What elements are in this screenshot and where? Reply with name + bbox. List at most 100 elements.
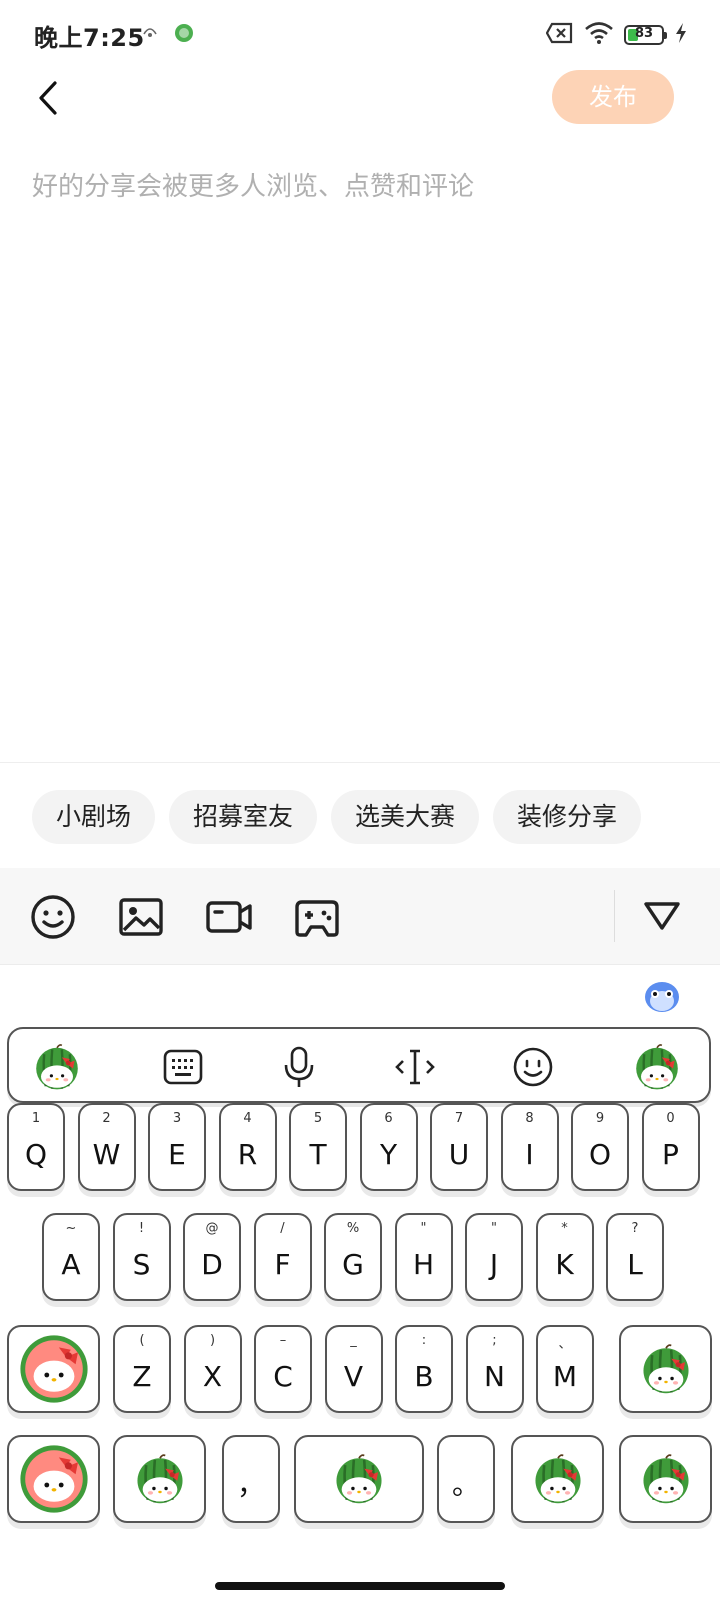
emoji-icon[interactable]: [30, 894, 76, 940]
app-notification-icon: [174, 23, 194, 43]
key-b[interactable]: :B: [395, 1325, 453, 1413]
sim-off-icon: [545, 22, 574, 48]
key-hint: !: [138, 1221, 145, 1236]
game-icon[interactable]: [294, 894, 340, 940]
key-c[interactable]: – C: [254, 1325, 312, 1413]
keyboard-icon[interactable]: [159, 1043, 207, 1091]
key-z[interactable]: (Z: [113, 1325, 171, 1413]
key-hint: 2: [102, 1111, 111, 1126]
sticker-watermelon-icon: [621, 1437, 710, 1521]
key-k[interactable]: * K: [535, 1213, 594, 1301]
key-hint: 8: [525, 1111, 534, 1126]
key-label: Z: [132, 1360, 152, 1393]
sticker-key[interactable]: [511, 1435, 604, 1523]
key-o[interactable]: 9O: [571, 1103, 629, 1191]
key-label: R: [237, 1138, 258, 1171]
key-hint: 1: [31, 1111, 41, 1126]
key-label: P: [662, 1138, 679, 1171]
key-hint: 7: [454, 1111, 464, 1126]
sticker-watermelon-icon: [9, 1437, 98, 1521]
key-hint: 5: [313, 1111, 323, 1126]
sticker-watermelon-icon: [9, 1327, 98, 1411]
key-label: F: [274, 1248, 291, 1281]
key-n[interactable]: ; N: [465, 1325, 524, 1413]
sticker-watermelon-icon: [115, 1437, 204, 1521]
key-label: X: [202, 1360, 223, 1393]
key-hint: @: [205, 1221, 219, 1236]
key-t[interactable]: 5T: [289, 1103, 347, 1191]
key-label: G: [342, 1248, 364, 1281]
key-i[interactable]: 8I: [500, 1103, 559, 1191]
key-hint: ": [420, 1221, 427, 1236]
key-q[interactable]: 1Q: [7, 1103, 65, 1191]
key-x[interactable]: ) X: [183, 1325, 242, 1413]
status-time: 晚上7:25: [34, 24, 145, 52]
key-r[interactable]: 4R: [218, 1103, 277, 1191]
key-f[interactable]: / F: [253, 1213, 312, 1301]
keyboard-mascot-icon[interactable]: [644, 979, 680, 1015]
sticker-key[interactable]: [7, 1435, 100, 1523]
video-icon[interactable]: [206, 894, 252, 940]
key-g[interactable]: % G: [324, 1213, 382, 1301]
key-label: H: [412, 1248, 435, 1281]
key-hint: %: [346, 1221, 360, 1236]
key-label: J: [489, 1248, 499, 1281]
key-hint: _: [350, 1333, 357, 1348]
key-label: 。: [451, 1468, 480, 1501]
sticker-key[interactable]: [619, 1325, 712, 1413]
sticker-watermelon-icon[interactable]: [633, 1043, 681, 1091]
space-key[interactable]: [294, 1435, 424, 1523]
key-label: Y: [379, 1138, 398, 1171]
topic-chips: 小剧场 招募室友 选美大赛 装修分享: [32, 790, 642, 844]
key-label: U: [448, 1138, 470, 1171]
key-comma[interactable]: ，: [222, 1435, 280, 1523]
sticker-watermelon-icon: [296, 1437, 422, 1521]
key-a[interactable]: ~ A: [42, 1213, 100, 1301]
compose-toolbar: [0, 868, 720, 965]
back-button[interactable]: [28, 74, 68, 122]
key-hint: :: [421, 1333, 427, 1348]
key-h[interactable]: " H: [394, 1213, 453, 1301]
key-period[interactable]: 。: [437, 1435, 495, 1523]
key-hint: ?: [631, 1221, 639, 1236]
key-label: K: [555, 1248, 574, 1281]
key-p[interactable]: 0P: [641, 1103, 700, 1191]
collapse-icon[interactable]: [642, 898, 688, 944]
wifi-icon: [584, 21, 614, 49]
home-indicator[interactable]: [215, 1582, 505, 1590]
key-hint: ": [491, 1221, 497, 1236]
key-hint: 6: [384, 1111, 393, 1126]
sticker-key[interactable]: [7, 1325, 100, 1413]
topic-chip[interactable]: 小剧场: [32, 790, 156, 844]
key-u[interactable]: 7U: [430, 1103, 488, 1191]
key-d[interactable]: @ D: [183, 1213, 241, 1301]
key-hint: –: [279, 1333, 287, 1348]
topic-chip[interactable]: 装修分享: [493, 790, 642, 844]
key-label: B: [414, 1360, 434, 1393]
key-w[interactable]: 2W: [77, 1103, 136, 1191]
battery-icon: 83: [624, 25, 667, 45]
key-y[interactable]: 6Y: [359, 1103, 418, 1191]
key-l[interactable]: ? L: [606, 1213, 664, 1301]
key-j[interactable]: " J: [465, 1213, 523, 1301]
smiley-icon[interactable]: [509, 1043, 557, 1091]
key-label: W: [92, 1138, 121, 1171]
post-content-input[interactable]: 好的分享会被更多人浏览、点赞和评论: [32, 166, 474, 203]
topic-chip[interactable]: 招募室友: [169, 790, 318, 844]
key-s[interactable]: ! S: [112, 1213, 171, 1301]
key-label: T: [309, 1138, 327, 1171]
sticker-watermelon-icon[interactable]: [33, 1043, 81, 1091]
topic-chip[interactable]: 选美大赛: [331, 790, 480, 844]
image-icon[interactable]: [118, 894, 164, 940]
key-hint: 0: [666, 1111, 675, 1126]
key-e[interactable]: 3E: [148, 1103, 206, 1191]
microphone-icon[interactable]: [275, 1043, 323, 1091]
sticker-key[interactable]: [619, 1435, 712, 1523]
publish-button[interactable]: 发布: [552, 70, 674, 124]
cursor-move-icon[interactable]: [391, 1043, 439, 1091]
key-hint: (: [139, 1333, 145, 1348]
sticker-key[interactable]: [113, 1435, 206, 1523]
key-v[interactable]: _ V: [324, 1325, 383, 1413]
chevron-left-icon: [39, 81, 57, 115]
key-m[interactable]: 、 M: [536, 1325, 594, 1413]
